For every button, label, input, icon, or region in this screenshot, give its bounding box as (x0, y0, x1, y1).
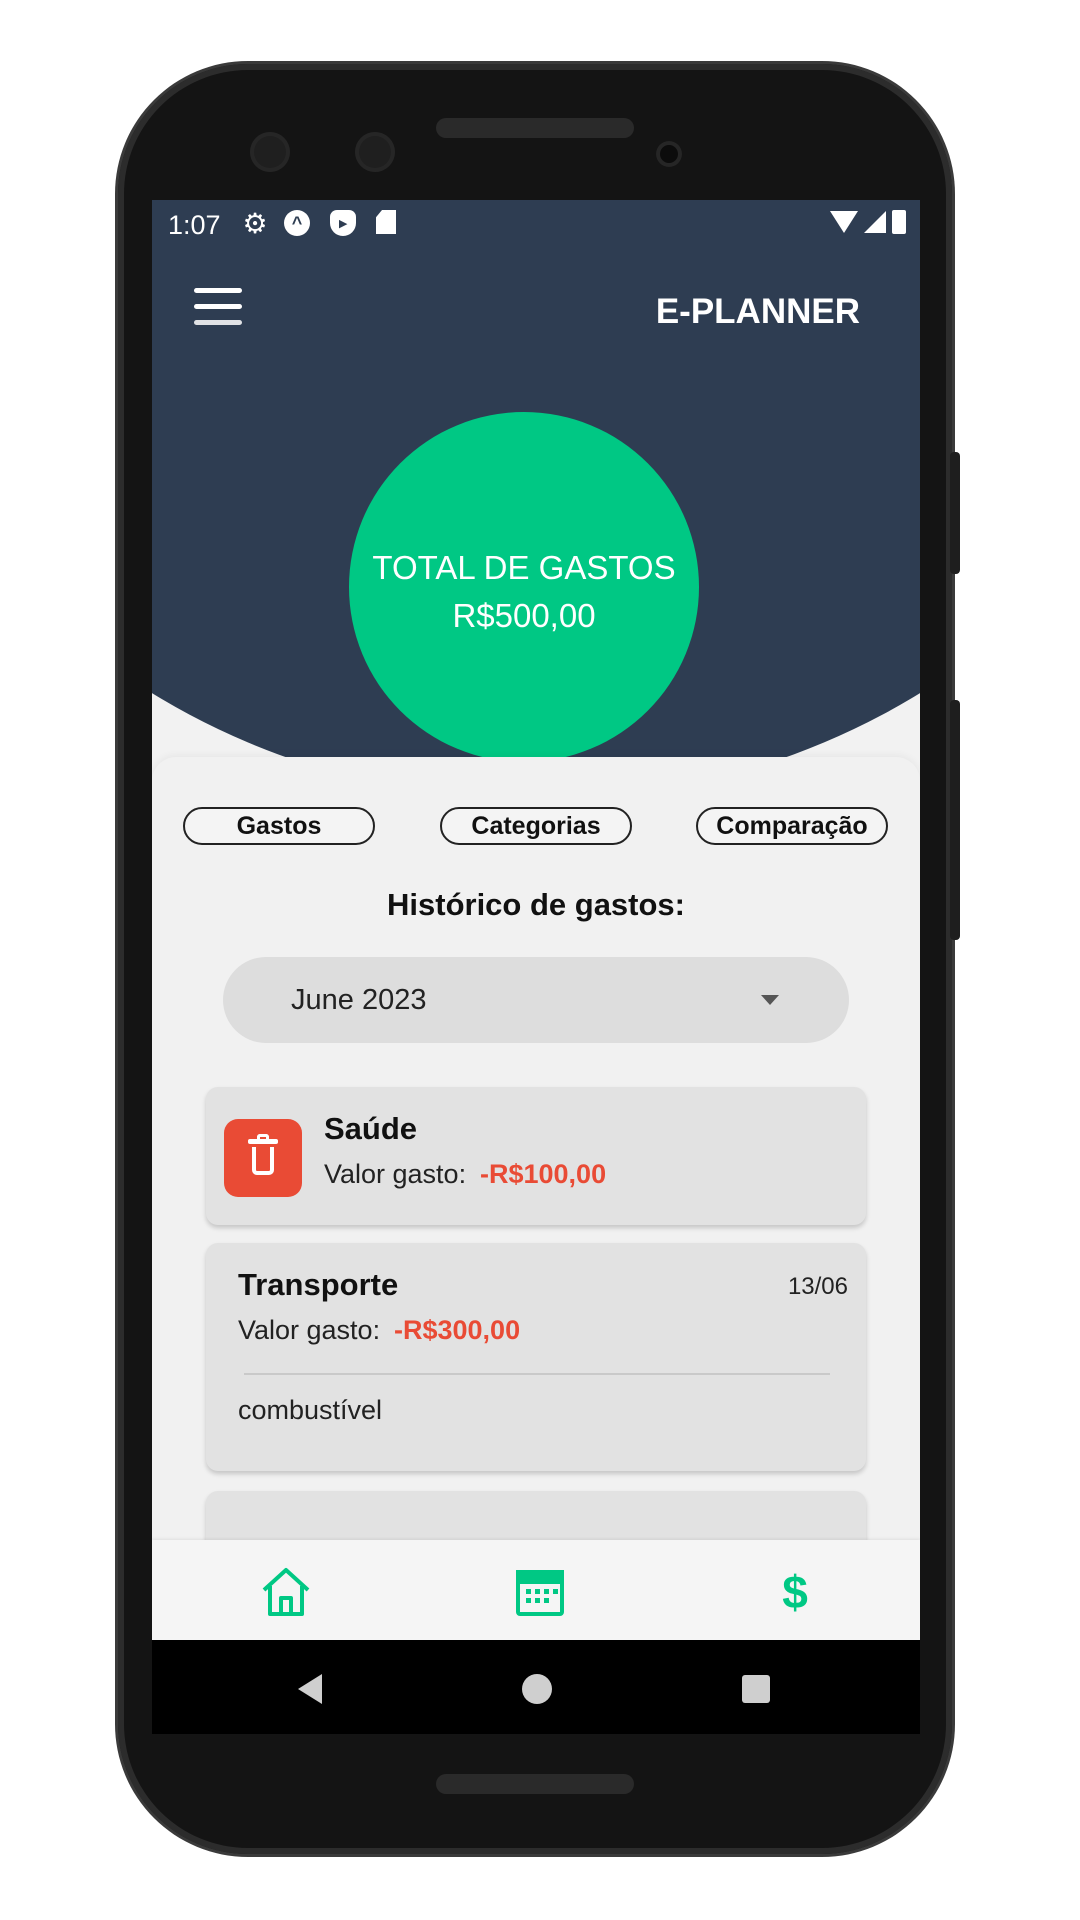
month-select-value: June 2023 (291, 983, 427, 1016)
settings-icon: ⚙ (242, 207, 268, 239)
dollar-icon[interactable]: $ (767, 1564, 823, 1620)
status-bar: 1:07 ⚙ ^ ▸ (152, 200, 920, 250)
expense-card[interactable]: Transporte 13/06 Valor gasto: -R$300,00 … (206, 1243, 866, 1471)
signal-icon (864, 211, 886, 233)
dropdown-caret-icon (761, 995, 779, 1005)
expense-value: -R$100,00 (480, 1159, 607, 1189)
status-time: 1:07 (168, 210, 221, 240)
month-select[interactable]: June 2023 (223, 957, 849, 1043)
home-icon[interactable] (258, 1564, 314, 1620)
wifi-icon (830, 211, 858, 233)
history-title: Histórico de gastos: (387, 887, 685, 922)
total-spent-circle: TOTAL DE GASTOS R$500,00 (349, 412, 699, 762)
power-button (950, 452, 960, 574)
shield-icon: ▸ (330, 210, 356, 236)
trash-icon-body (252, 1147, 274, 1175)
total-spent-amount: R$500,00 (452, 597, 596, 634)
tab-comparacao[interactable]: Comparação (696, 807, 888, 845)
sd-card-icon (376, 210, 396, 234)
delete-expense-button[interactable] (224, 1119, 302, 1197)
app-a-icon: ^ (284, 210, 310, 236)
system-home-icon[interactable] (522, 1674, 552, 1704)
earpiece-speaker (436, 118, 634, 138)
volume-button (950, 700, 960, 940)
recent-apps-icon[interactable] (742, 1675, 770, 1703)
expense-value-label: Valor gasto: (324, 1159, 467, 1189)
front-camera-right (355, 132, 395, 172)
app-screen: 1:07 ⚙ ^ ▸ E-PLANNER TOTAL DE GASTOS R$5… (152, 200, 920, 1734)
bottom-speaker (436, 1774, 634, 1794)
expense-value-label: Valor gasto: (238, 1315, 381, 1345)
tab-categorias[interactable]: Categorias (440, 807, 632, 845)
expense-category: Saúde (324, 1111, 418, 1146)
expense-value: -R$300,00 (394, 1315, 521, 1345)
calendar-icon[interactable] (512, 1564, 568, 1620)
app-title: E-PLANNER (655, 292, 860, 331)
expense-card[interactable]: Saúde Valor gasto: -R$100,00 (206, 1087, 866, 1225)
trash-icon (248, 1139, 278, 1144)
proximity-sensor (656, 141, 682, 167)
back-icon[interactable] (298, 1674, 322, 1704)
battery-icon (892, 210, 906, 234)
expense-note: combustível (238, 1395, 383, 1425)
bottom-navigation: $ (152, 1540, 920, 1640)
expense-date: 13/06 (787, 1273, 848, 1300)
expense-category: Transporte (238, 1267, 399, 1302)
front-camera-left (250, 132, 290, 172)
main-card: Gastos Categorias Comparação Histórico d… (152, 757, 920, 1657)
total-spent-label: TOTAL DE GASTOS (372, 549, 676, 586)
expense-divider (244, 1373, 830, 1375)
status-right-icons (830, 210, 906, 234)
tab-gastos[interactable]: Gastos (183, 807, 375, 845)
menu-icon[interactable] (194, 286, 244, 328)
system-navigation-bar (152, 1640, 920, 1734)
